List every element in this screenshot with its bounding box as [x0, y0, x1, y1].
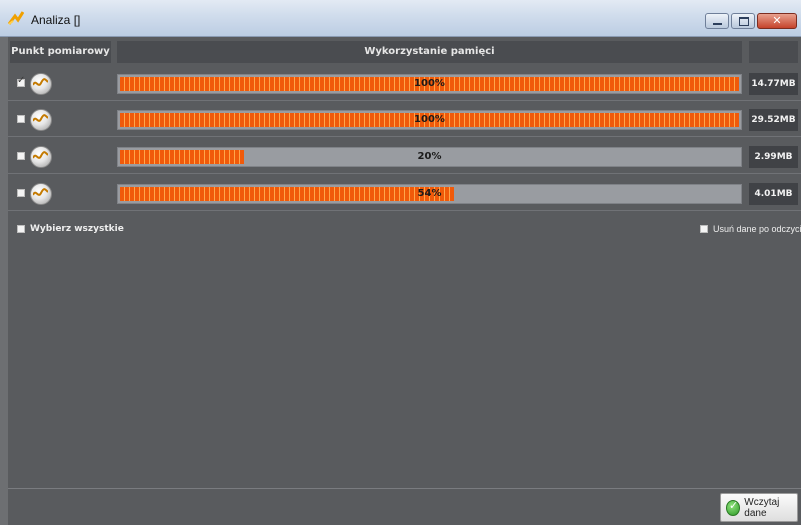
column-header-size	[749, 41, 798, 63]
delete-after-read-label: Usuń dane po odczycie	[713, 224, 801, 234]
window-controls	[705, 13, 797, 29]
load-data-button[interactable]: Wczytaj dane	[720, 493, 798, 522]
memory-size-value: 2.99MB	[749, 146, 798, 168]
memory-usage-percent: 100%	[414, 78, 445, 89]
analyzer-device-icon	[30, 109, 52, 131]
table-row: 20% 2.99MB	[8, 140, 801, 174]
delete-after-read-option[interactable]: Usuń dane po odczycie	[700, 224, 801, 234]
title-bar: Analiza []	[0, 0, 801, 37]
row-divider	[8, 136, 801, 137]
memory-usage-bar: 54%	[117, 184, 742, 204]
row-checkbox[interactable]	[17, 152, 25, 160]
row-divider	[8, 173, 801, 174]
memory-usage-percent: 20%	[417, 151, 442, 162]
memory-size-value: 29.52MB	[749, 109, 798, 131]
footer-bar: Wczytaj dane	[8, 488, 801, 525]
row-divider	[8, 210, 801, 211]
memory-usage-bar: 100%	[117, 74, 742, 94]
memory-size-value: 14.77MB	[749, 73, 798, 95]
row-checkbox[interactable]	[17, 115, 25, 123]
table-row: 100% 29.52MB	[8, 103, 801, 137]
row-checkbox[interactable]	[17, 189, 25, 197]
memory-usage-bar: 20%	[117, 147, 742, 167]
select-all-option[interactable]: Wybierz wszystkie	[17, 224, 124, 234]
memory-size-value: 4.01MB	[749, 183, 798, 205]
analyzer-device-icon	[30, 146, 52, 168]
table-row: 100% 14.77MB	[8, 67, 801, 101]
analysis-app-icon	[8, 11, 24, 25]
column-header-memory-usage: Wykorzystanie pamięci	[117, 41, 742, 63]
close-button[interactable]	[757, 13, 797, 29]
memory-usage-percent: 100%	[414, 114, 445, 125]
column-header-point: Punkt pomiarowy	[10, 41, 111, 63]
load-data-label: Wczytaj dane	[744, 496, 780, 519]
delete-after-read-checkbox[interactable]	[700, 225, 708, 233]
ok-check-icon	[726, 499, 741, 516]
maximize-button[interactable]	[731, 13, 755, 29]
analyzer-device-icon	[30, 73, 52, 95]
minimize-button[interactable]	[705, 13, 729, 29]
row-divider	[8, 100, 801, 101]
select-all-checkbox[interactable]	[17, 225, 25, 233]
analyzer-device-icon	[30, 183, 52, 205]
window-title: Analiza []	[31, 13, 81, 27]
select-all-label: Wybierz wszystkie	[30, 224, 124, 234]
memory-usage-bar: 100%	[117, 110, 742, 130]
row-checkbox[interactable]	[17, 75, 25, 87]
main-panel: Punkt pomiarowy Wykorzystanie pamięci 10…	[8, 37, 801, 488]
memory-usage-percent: 54%	[417, 188, 442, 199]
table-row: 54% 4.01MB	[8, 177, 801, 211]
